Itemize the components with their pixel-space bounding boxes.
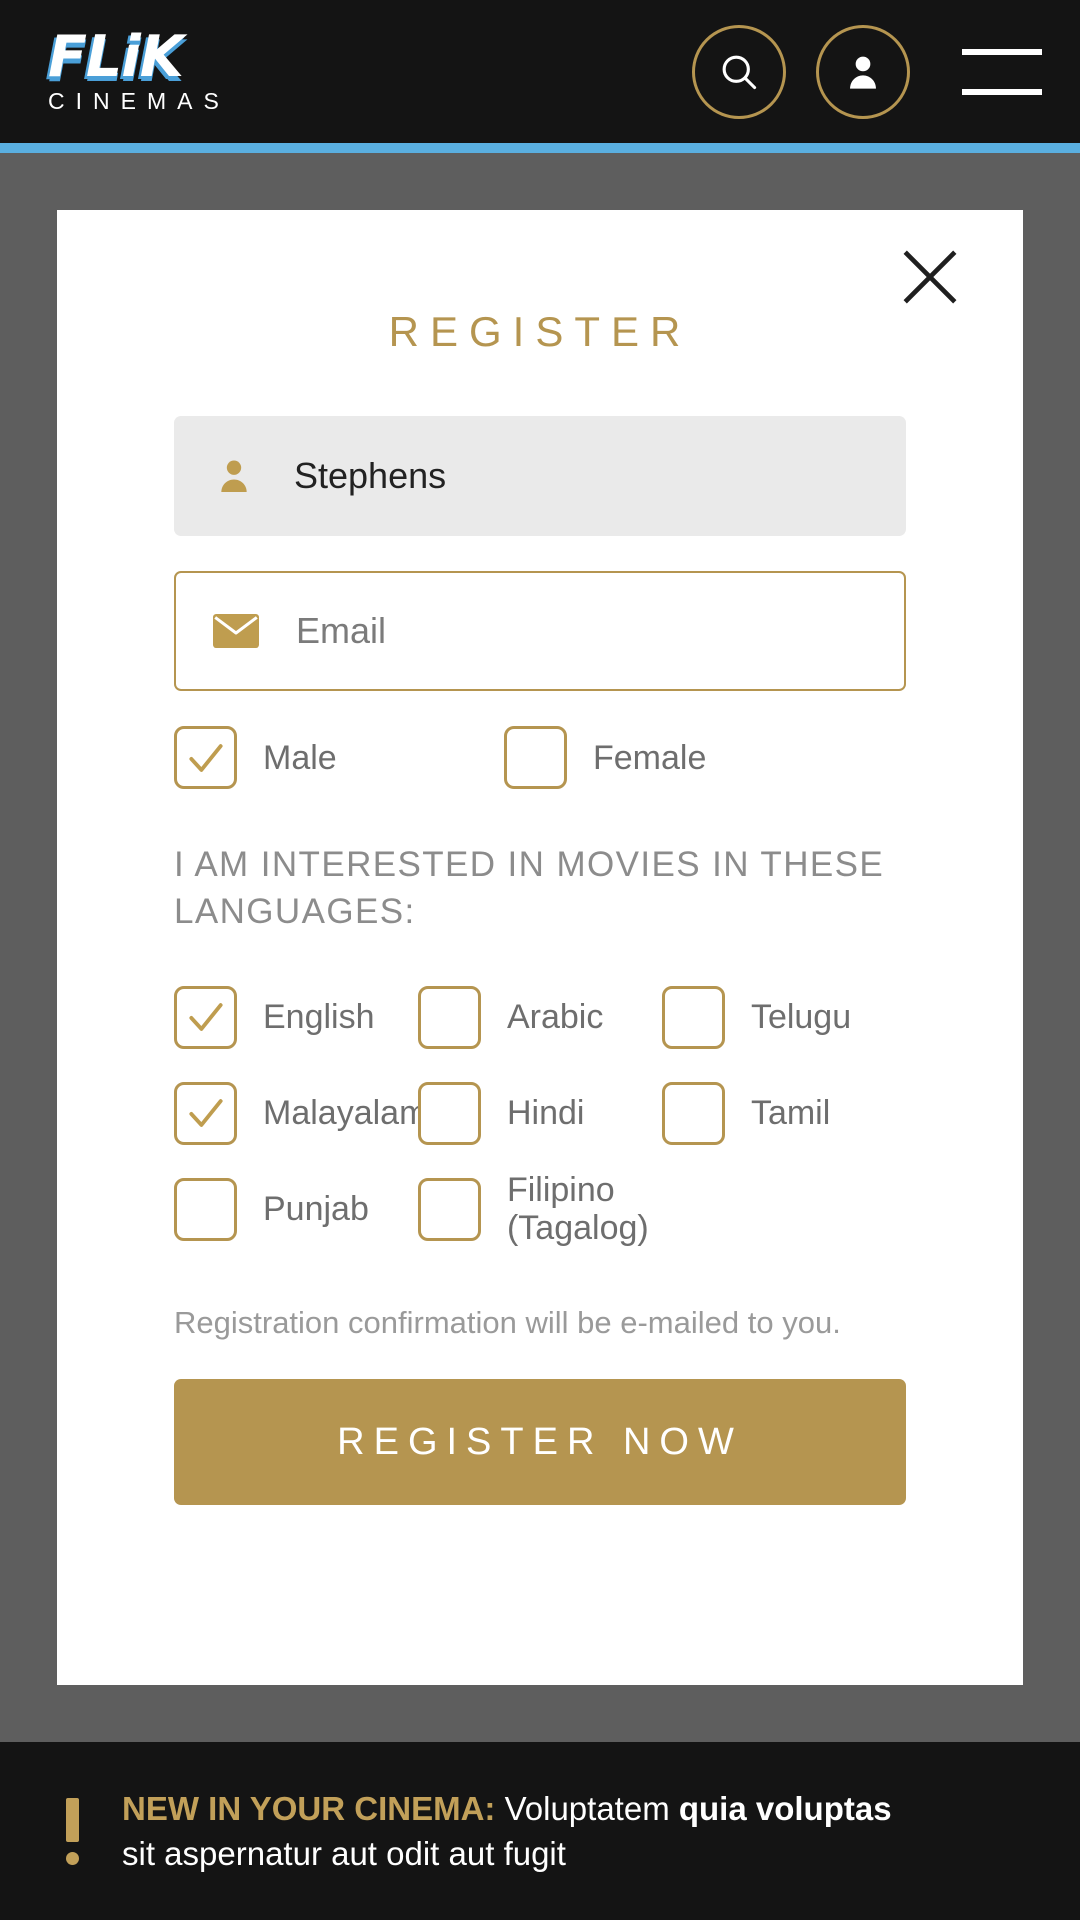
promo-text-1: Voluptatem bbox=[495, 1790, 679, 1827]
language-checkbox-grid: English Arabic Telugu Malayalam Hindi Ta… bbox=[174, 969, 906, 1257]
language-label-filipino: Filipino (Tagalog) bbox=[506, 1171, 649, 1247]
language-label-arabic: Arabic bbox=[506, 998, 604, 1036]
language-label-malayalam: Malayalam bbox=[263, 1094, 428, 1132]
checkbox-english[interactable] bbox=[174, 985, 237, 1049]
checkbox-filipino[interactable] bbox=[417, 1177, 481, 1241]
close-icon bbox=[903, 250, 957, 304]
search-button[interactable] bbox=[692, 24, 786, 119]
language-option-arabic[interactable]: Arabic bbox=[417, 969, 662, 1065]
register-form: Stephens Email Male Female I AM INTEREST… bbox=[57, 416, 1023, 1505]
email-placeholder: Email bbox=[296, 610, 387, 651]
register-now-button[interactable]: REGISTER NOW bbox=[174, 1379, 906, 1505]
gender-option-female[interactable]: Female bbox=[504, 726, 834, 789]
account-button[interactable] bbox=[816, 24, 910, 119]
check-icon bbox=[188, 743, 223, 772]
language-label-telugu: Telugu bbox=[750, 998, 852, 1036]
hamburger-line-2 bbox=[962, 88, 1042, 95]
language-option-english[interactable]: English bbox=[174, 969, 418, 1065]
language-label-english: English bbox=[263, 998, 375, 1036]
registration-note: Registration confirmation will be e-mail… bbox=[174, 1305, 841, 1340]
checkbox-arabic[interactable] bbox=[417, 985, 481, 1049]
language-option-filipino[interactable]: Filipino (Tagalog) bbox=[417, 1161, 662, 1257]
person-icon bbox=[174, 456, 294, 496]
language-label-hindi: Hindi bbox=[506, 1094, 585, 1132]
gender-group: Male Female bbox=[174, 726, 906, 789]
exclamation-dot bbox=[65, 1851, 79, 1865]
header-actions bbox=[692, 0, 1042, 143]
exclamation-icon bbox=[44, 1797, 100, 1865]
search-icon bbox=[722, 55, 757, 89]
app-root: FLiK CINEMAS REGISTER Stephens Email Mal… bbox=[0, 0, 1080, 1920]
language-label-tamil: Tamil bbox=[750, 1094, 831, 1132]
promo-text-2: sit aspernatur aut odit aut fugit bbox=[122, 1835, 566, 1872]
register-modal: REGISTER Stephens Email Male Female I AM… bbox=[57, 210, 1023, 1685]
checkbox-hindi[interactable] bbox=[417, 1081, 481, 1145]
language-grid-empty-cell bbox=[662, 1161, 906, 1257]
envelope-icon bbox=[176, 612, 296, 650]
promo-text-bold: quia voluptas bbox=[678, 1790, 892, 1827]
checkbox-punjab[interactable] bbox=[174, 1177, 237, 1241]
checkbox-male[interactable] bbox=[174, 726, 237, 789]
gender-label-male: Male bbox=[263, 738, 337, 777]
user-account-icon bbox=[850, 56, 876, 89]
check-icon bbox=[188, 1003, 223, 1031]
logo-wordmark: FLiK bbox=[48, 24, 184, 90]
checkbox-female[interactable] bbox=[504, 726, 567, 789]
site-header: FLiK CINEMAS bbox=[0, 0, 1080, 143]
promo-prefix: NEW IN YOUR CINEMA: bbox=[122, 1790, 496, 1827]
promo-banner: NEW IN YOUR CINEMA: Voluptatem quia volu… bbox=[0, 1742, 1080, 1920]
site-logo[interactable]: FLiK CINEMAS bbox=[48, 28, 278, 116]
gender-label-female: Female bbox=[593, 738, 707, 777]
hamburger-line-1 bbox=[962, 48, 1042, 55]
logo-tagline: CINEMAS bbox=[48, 88, 230, 114]
checkbox-malayalam[interactable] bbox=[174, 1081, 237, 1145]
checkbox-telugu[interactable] bbox=[661, 985, 725, 1049]
email-field[interactable]: Email bbox=[174, 571, 906, 691]
checkbox-tamil[interactable] bbox=[661, 1081, 725, 1145]
gender-option-male[interactable]: Male bbox=[174, 726, 504, 789]
check-icon bbox=[188, 1099, 223, 1127]
close-modal-button[interactable] bbox=[895, 242, 965, 312]
name-value: Stephens bbox=[294, 455, 447, 496]
menu-button[interactable] bbox=[962, 48, 1042, 95]
promo-banner-text: NEW IN YOUR CINEMA: Voluptatem quia volu… bbox=[122, 1786, 892, 1876]
language-option-hindi[interactable]: Hindi bbox=[417, 1065, 662, 1161]
exclamation-bar bbox=[65, 1797, 79, 1842]
language-label-punjab: Punjab bbox=[263, 1190, 369, 1228]
language-option-telugu[interactable]: Telugu bbox=[661, 969, 906, 1065]
language-option-punjab[interactable]: Punjab bbox=[174, 1161, 418, 1257]
interests-heading: I AM INTERESTED IN MOVIES IN THESE LANGU… bbox=[174, 845, 885, 931]
modal-title: REGISTER bbox=[388, 308, 692, 355]
language-option-malayalam[interactable]: Malayalam bbox=[174, 1065, 427, 1161]
language-option-tamil[interactable]: Tamil bbox=[661, 1065, 906, 1161]
header-accent-bar bbox=[0, 143, 1080, 153]
name-field[interactable]: Stephens bbox=[174, 416, 906, 536]
